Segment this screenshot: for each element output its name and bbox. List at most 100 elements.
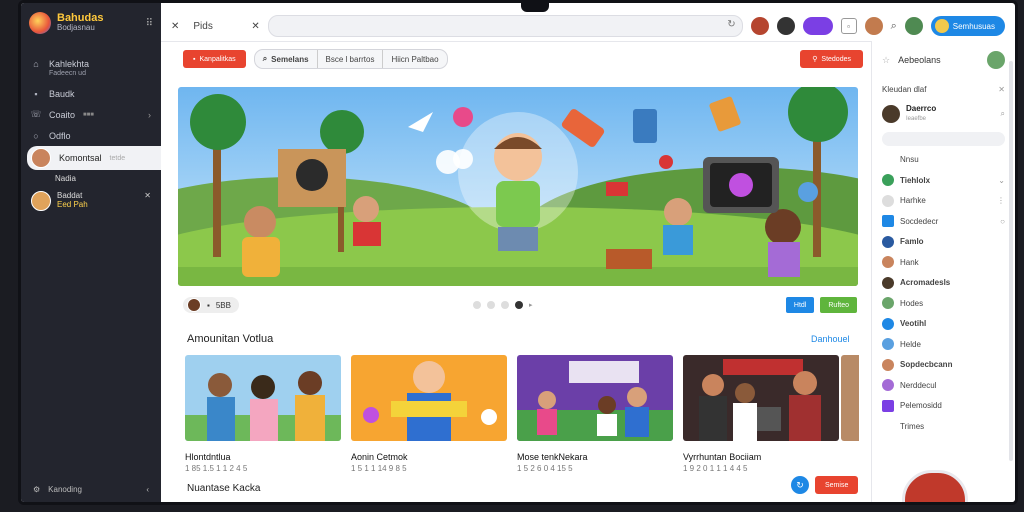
toolbar: ▪ Kanpalitkas ⌕ Semelans Bsce l barrtos H… <box>183 49 863 69</box>
panel-item[interactable]: Nerddecul <box>872 375 1015 396</box>
active-chat[interactable]: Komontsal tetde <box>27 146 161 170</box>
avatar <box>882 317 894 330</box>
next-icon[interactable]: ▸ <box>529 301 533 309</box>
app-window: Bahudas Bodjasnau ⠿ ⌂ Kahlekhta Fadeecn … <box>18 0 1018 505</box>
panel-item[interactable]: Acromadesls <box>872 273 1015 294</box>
plus-icon: ▪ <box>193 55 196 63</box>
search-icon[interactable]: ⌕ <box>1001 109 1005 119</box>
panel-item[interactable]: Veotihl <box>872 314 1015 335</box>
avatar[interactable] <box>750 17 769 35</box>
panel-subheader-label: Kleudan dlaf <box>882 84 927 94</box>
panel-header: ☆ Aebeolans <box>872 41 1015 75</box>
panel-item[interactable]: Nnsu <box>872 150 1015 171</box>
collapse-icon[interactable]: ‹ <box>146 485 149 494</box>
bottom-button[interactable]: Semise <box>815 476 859 494</box>
section-link[interactable]: Danhouel <box>811 334 850 344</box>
avatar <box>882 174 894 187</box>
close-icon[interactable]: ✕ <box>144 191 151 200</box>
settings-icon[interactable]: ⚙ <box>33 485 40 494</box>
panel-item[interactable]: Trimes <box>872 416 1015 437</box>
chip-label: Semelans <box>271 54 309 64</box>
stedodes-button[interactable]: ⚲ Stedodes <box>800 50 863 68</box>
panel-search-input[interactable] <box>882 131 1005 146</box>
profile-avatar[interactable] <box>902 470 968 502</box>
refresh-icon[interactable]: ↻ <box>791 476 809 494</box>
tab[interactable]: ✕ Pids ✕ <box>171 21 260 32</box>
sidebar-item-grid[interactable]: ▪ Baudk <box>21 83 161 104</box>
video-card[interactable]: Aonin Cetmok 1 5 1 1 14 9 8 5 <box>351 355 507 473</box>
pager-dot[interactable] <box>473 301 481 309</box>
chip-search[interactable]: ⌕ Semelans <box>255 50 318 68</box>
signin-button[interactable]: Semhusuas <box>930 16 1005 36</box>
panel-item[interactable]: Harhke ⋮ <box>872 191 1015 212</box>
avatar[interactable] <box>776 17 795 35</box>
panel-item-label: Trimes <box>900 421 925 431</box>
brand-title: Bahudas <box>57 12 104 24</box>
panel-item[interactable]: Famlo <box>872 232 1015 253</box>
close-icon[interactable]: ✕ <box>171 21 179 32</box>
sidebar-item-label: Baudk <box>49 88 75 99</box>
info-icon <box>882 215 894 228</box>
avatar[interactable] <box>987 51 1005 69</box>
panel-item[interactable]: Socdedecr ○ <box>872 211 1015 232</box>
chat-sub: tetde <box>109 154 126 162</box>
panel-item[interactable]: Sopdecbcann <box>872 355 1015 376</box>
chevron-right-icon: › <box>148 109 151 120</box>
star-icon[interactable]: ☆ <box>882 55 890 66</box>
scrollbar[interactable] <box>1009 61 1013 461</box>
search-input[interactable]: ↻ <box>267 15 743 37</box>
video-card[interactable]: Vyrrhuntan Bociiam 1 9 2 0 1 1 1 4 4 5 <box>683 355 839 473</box>
video-card[interactable]: Hlontdntlua 1 85 1.5 1 1 2 4 5 <box>185 355 341 473</box>
card-title: Vyrrhuntan Bociiam <box>683 452 762 462</box>
camera-notch <box>521 3 549 12</box>
chat-sub: Eed Pah <box>57 200 88 209</box>
panel-item[interactable]: Helde <box>872 334 1015 355</box>
avatar <box>882 194 894 207</box>
signin-label: Semhusuas <box>952 21 995 31</box>
pager-dot[interactable] <box>501 301 509 309</box>
chat-label: Nadia <box>55 174 76 183</box>
avatar[interactable] <box>904 17 923 35</box>
circle-icon: ○ <box>33 130 39 141</box>
create-button[interactable]: ▪ Kanpalitkas <box>183 50 246 68</box>
search-icon[interactable]: ⌕ <box>891 20 897 33</box>
panel-item-label: Tiehlolx <box>900 175 931 185</box>
avatar <box>882 276 894 289</box>
stedodes-label: Stedodes <box>821 55 851 63</box>
chevron-down-icon[interactable]: ⌄ <box>998 176 1005 185</box>
avatar[interactable] <box>864 17 883 35</box>
sidebar-item-home[interactable]: ⌂ Kahlekhta Fadeecn ud <box>21 57 161 83</box>
video-card[interactable]: Mose tenkNekara 1 5 2 6 0 4 15 5 <box>517 355 673 473</box>
avatar <box>882 235 894 248</box>
more-icon[interactable]: ⋮ <box>997 196 1005 205</box>
panel-item[interactable]: Tiehlolx ⌄ <box>872 170 1015 191</box>
more-icon[interactable]: ⠿ <box>146 18 153 29</box>
chat-item-unread[interactable]: Baddat Eed Pah ✕ <box>21 187 161 215</box>
panel-item-label: Famlo <box>900 237 924 247</box>
hero-secondary-button[interactable]: Rufteo <box>820 297 857 313</box>
panel-item[interactable]: Pelemosidd <box>872 396 1015 417</box>
chip-filter[interactable]: Bsce l barrtos <box>318 50 384 68</box>
sidebar-item-odflo[interactable]: ○ Odflo <box>21 125 161 146</box>
refresh-icon[interactable]: ↻ <box>727 19 735 30</box>
hero-banner[interactable] <box>178 87 858 286</box>
panel-item[interactable]: Hank <box>872 252 1015 273</box>
chip-filter[interactable]: Hiicn Paltbao <box>383 50 446 68</box>
window-icon[interactable]: ▫ <box>840 18 857 34</box>
pager-dot[interactable] <box>487 301 495 309</box>
circle-icon[interactable]: ○ <box>1000 217 1005 226</box>
sidebar-item-phone[interactable]: ☏ Coaito ■■■ › <box>21 104 161 125</box>
notification-pill[interactable] <box>802 17 833 35</box>
pager-dot-active[interactable] <box>515 301 523 309</box>
close-icon[interactable]: ✕ <box>251 21 259 32</box>
card-peek[interactable] <box>841 355 859 441</box>
featured-contact[interactable]: Daerrco Ieaefbe ⌕ <box>872 100 1015 128</box>
hero-primary-button[interactable]: Htdl <box>785 297 815 313</box>
close-icon[interactable]: ✕ <box>998 85 1005 94</box>
chat-item[interactable]: Nadia <box>21 170 161 187</box>
sidebar: Bahudas Bodjasnau ⠿ ⌂ Kahlekhta Fadeecn … <box>21 3 161 502</box>
panel-item[interactable]: Hodes <box>872 293 1015 314</box>
hero-tag[interactable]: ▪ 5BB <box>183 297 239 313</box>
card-meta: 1 85 1.5 1 1 2 4 5 <box>185 464 248 473</box>
sidebar-item-badge: ■■■ <box>83 111 94 118</box>
